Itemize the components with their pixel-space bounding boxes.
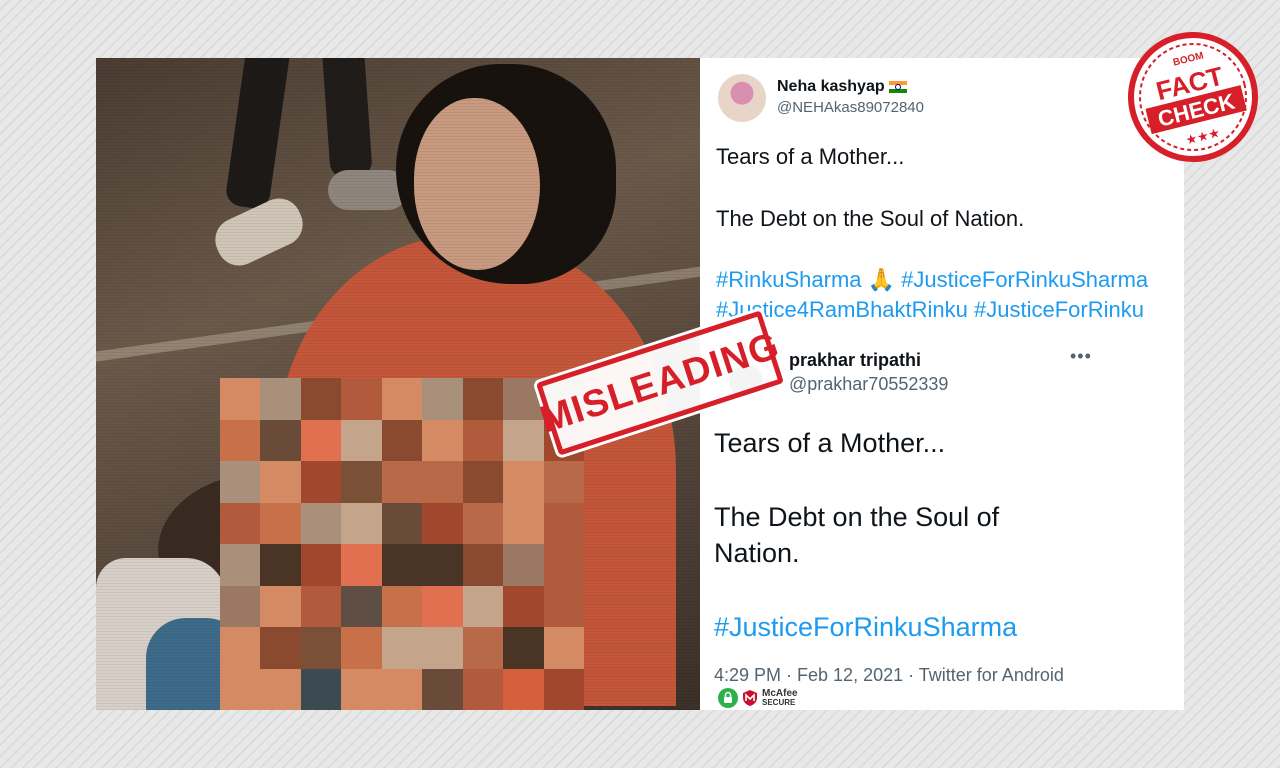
tweet2-handle: @prakhar70552339 xyxy=(789,374,949,394)
mcafee-shield-icon xyxy=(743,690,757,706)
lock-icon xyxy=(718,688,738,708)
avatar xyxy=(718,74,766,122)
folded-hands-icon: 🙏 xyxy=(867,268,896,293)
tweet1-hashtags-row1: #RinkuSharma 🙏 #JusticeForRinkuSharma xyxy=(716,267,1148,293)
tweet2-line2a: The Debt on the Soul of xyxy=(714,502,1000,532)
mcafee-brand: McAfee xyxy=(762,688,798,699)
hashtag-link[interactable]: #JusticeForRinkuSharma xyxy=(901,267,1148,292)
tweet1-line2: The Debt on the Soul of Nation. xyxy=(716,206,1025,231)
tweet-timestamp: 4:29 PM · Feb 12, 2021 · Twitter for And… xyxy=(714,665,1064,685)
tweet2-line2b: Nation. xyxy=(714,538,800,568)
hashtag-link[interactable]: #JusticeForRinkuSharma xyxy=(714,612,1017,643)
tweet1-name-row: Neha kashyap xyxy=(777,78,907,96)
fact-check-graphic: Neha kashyap @NEHAkas89072840 Tears of a… xyxy=(96,58,1184,710)
mcafee-label: SECURE xyxy=(762,698,796,707)
india-flag-icon xyxy=(888,80,907,93)
fact-check-seal: BOOM FACT CHECK ★★★ xyxy=(1128,32,1258,162)
tweet1-hashtags-row2: #Justice4RamBhaktRinku #JusticeForRinku xyxy=(716,297,1144,323)
tweet1-line1: Tears of a Mother... xyxy=(716,144,905,169)
tweet1-handle: @NEHAkas89072840 xyxy=(777,99,924,116)
tweet1-name: Neha kashyap xyxy=(777,78,885,95)
hashtag-link[interactable]: #JusticeForRinku xyxy=(974,297,1144,322)
mcafee-secure-badge[interactable]: McAfee SECURE xyxy=(718,688,798,708)
tweet2-name: prakhar tripathi xyxy=(789,350,922,370)
pixelated-censor-block xyxy=(220,378,584,710)
more-horizontal-icon[interactable]: ••• xyxy=(1070,346,1092,367)
tweet2-line1: Tears of a Mother... xyxy=(714,428,946,458)
hashtag-link[interactable]: #RinkuSharma xyxy=(716,267,862,292)
